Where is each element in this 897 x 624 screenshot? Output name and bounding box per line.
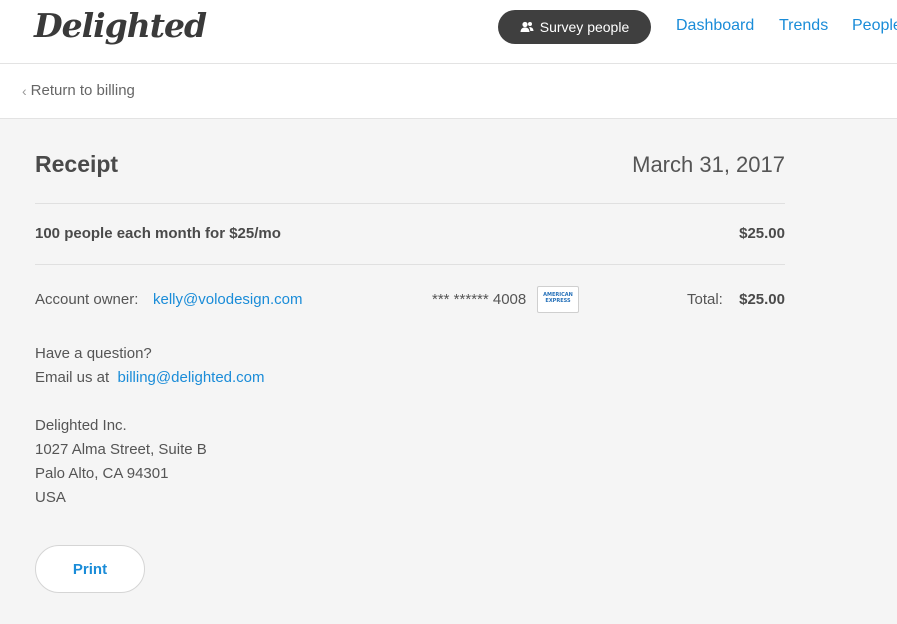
return-to-billing-label: Return to billing bbox=[30, 82, 135, 99]
account-owner-email-link[interactable]: kelly@volodesign.com bbox=[153, 291, 302, 308]
email-prefix: Email us at bbox=[35, 369, 110, 386]
amex-logo-text: AMERICAN EXPRESS bbox=[543, 292, 573, 304]
receipt-date: March 31, 2017 bbox=[632, 152, 785, 177]
contact-email-line: Email us at billing@delighted.com bbox=[35, 369, 265, 386]
total-label: Total: bbox=[687, 291, 723, 308]
survey-people-button[interactable]: Survey people bbox=[498, 10, 651, 44]
nav-dashboard[interactable]: Dashboard bbox=[676, 17, 754, 35]
receipt-title: Receipt bbox=[35, 151, 119, 177]
nav-people[interactable]: People bbox=[852, 17, 897, 35]
sub-navigation-bar: ‹ Return to billing bbox=[0, 64, 897, 119]
line-item-amount: $25.00 bbox=[739, 225, 785, 242]
line-item-description: 100 people each month for $25/mo bbox=[35, 225, 281, 242]
chevron-left-icon: ‹ bbox=[22, 82, 27, 99]
return-to-billing-link[interactable]: ‹ Return to billing bbox=[22, 82, 135, 99]
nav-trends[interactable]: Trends bbox=[779, 17, 828, 35]
survey-people-label: Survey people bbox=[539, 19, 630, 35]
amex-card-icon: AMERICAN EXPRESS bbox=[537, 286, 579, 313]
company-name: Delighted Inc. bbox=[35, 417, 127, 434]
city-state-zip: Palo Alto, CA 94301 bbox=[35, 465, 169, 482]
top-navigation-bar: Delighted Survey people Dashboard Trends… bbox=[0, 0, 897, 64]
billing-email-link[interactable]: billing@delighted.com bbox=[118, 369, 265, 386]
delighted-logo[interactable]: Delighted bbox=[34, 6, 207, 45]
people-icon bbox=[520, 21, 534, 33]
country: USA bbox=[35, 489, 66, 506]
divider bbox=[35, 264, 785, 265]
contact-question: Have a question? bbox=[35, 345, 152, 362]
print-button[interactable]: Print bbox=[35, 545, 145, 593]
total-amount: $25.00 bbox=[739, 291, 785, 308]
card-number: *** ****** 4008 bbox=[432, 291, 527, 308]
divider bbox=[35, 203, 785, 204]
account-owner-label: Account owner: bbox=[35, 291, 139, 308]
street-address: 1027 Alma Street, Suite B bbox=[35, 441, 207, 458]
